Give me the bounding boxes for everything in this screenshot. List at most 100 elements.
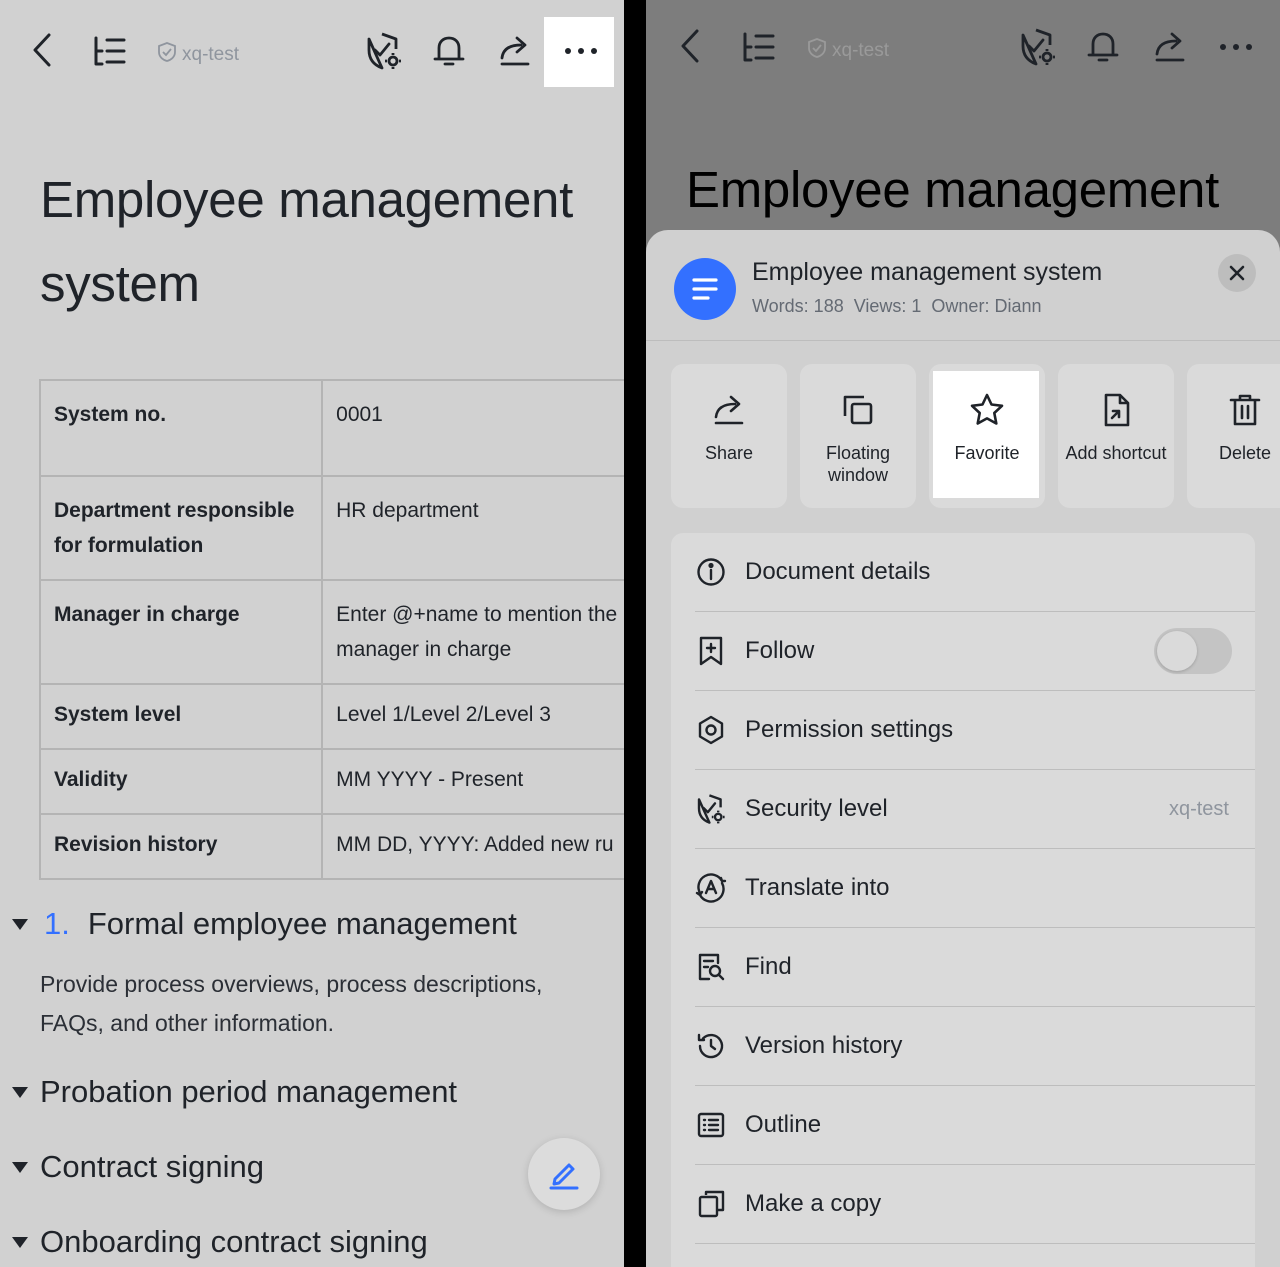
split-divider <box>624 0 646 1267</box>
owner: Owner: Diann <box>931 296 1042 316</box>
security-tag[interactable]: xq-test <box>158 42 239 68</box>
menu-item-permission-settings[interactable]: Permission settings <box>695 691 1255 770</box>
page-title: Employee management system <box>40 171 573 312</box>
collapse-caret-icon[interactable] <box>12 1086 28 1098</box>
section-heading-formal[interactable]: 1. Formal employee management <box>12 906 517 942</box>
security-settings-icon[interactable] <box>1018 26 1058 68</box>
outline-icon[interactable] <box>90 32 128 70</box>
translate-icon <box>695 872 727 904</box>
bell-icon[interactable] <box>1084 28 1122 66</box>
shortcut-icon <box>1104 393 1130 427</box>
security-settings-icon[interactable] <box>364 30 404 72</box>
security-tag-label: xq-test <box>182 44 240 65</box>
document-view: xq-test Employee management system Syste… <box>0 0 624 1267</box>
more-icon[interactable] <box>1216 28 1256 66</box>
back-icon[interactable] <box>674 26 706 66</box>
back-icon[interactable] <box>26 30 58 70</box>
view-count: Views: 1 <box>853 296 922 316</box>
close-icon <box>1229 265 1245 281</box>
security-tag[interactable]: xq-test <box>808 38 889 64</box>
add-shortcut-button[interactable]: Add shortcut <box>1058 364 1174 508</box>
table-row: System no. 0001 <box>38 379 624 477</box>
outline-icon[interactable] <box>739 28 777 66</box>
menu-label: Document details <box>745 558 931 585</box>
table-value[interactable]: Level 1/Level 2/Level 3 <box>321 683 624 750</box>
table-row: Validity MM YYYY - Present <box>38 748 624 815</box>
security-settings-icon <box>695 793 727 825</box>
table-key: Manager in charge <box>38 579 324 685</box>
delete-button[interactable]: Delete <box>1187 364 1280 508</box>
table-value[interactable]: MM YYYY - Present <box>321 748 624 815</box>
menu-item-outline[interactable]: Outline <box>695 1086 1255 1165</box>
follow-toggle[interactable] <box>1154 628 1232 674</box>
more-menu-view: xq-test Employee management Employee man… <box>646 0 1280 1267</box>
collapse-caret-icon[interactable] <box>12 918 28 930</box>
menu-item-document-details[interactable]: Document details <box>695 533 1255 612</box>
table-key: System level <box>38 683 324 750</box>
edit-button[interactable] <box>528 1138 600 1210</box>
info-icon <box>695 556 727 588</box>
section-title: Contract signing <box>40 1149 265 1184</box>
share-button[interactable]: Share <box>671 364 787 508</box>
copy-icon <box>695 1188 727 1220</box>
action-label: Floating window <box>825 443 891 485</box>
section-number: 1. <box>44 906 70 941</box>
table-value[interactable]: Enter @+name to mention the manager in c… <box>321 579 624 685</box>
close-button[interactable] <box>1218 254 1256 292</box>
bell-icon[interactable] <box>430 32 468 70</box>
table-value[interactable]: 0001 <box>321 379 624 477</box>
menu-item-version-history[interactable]: Version history <box>695 1007 1255 1086</box>
more-icon <box>565 48 597 54</box>
gear-icon <box>695 714 727 746</box>
table-key: Validity <box>38 748 324 815</box>
menu-item-security-level[interactable]: Security level xq-test <box>695 770 1255 849</box>
shield-icon <box>158 42 176 68</box>
more-button[interactable] <box>544 17 614 87</box>
quick-actions: Share Floating window Favorite Add short… <box>671 364 1280 508</box>
history-icon <box>695 1030 727 1062</box>
share-icon[interactable] <box>1151 28 1189 66</box>
menu-item-make-copy[interactable]: Make a copy <box>695 1165 1255 1244</box>
sheet-meta: Words: 188 Views: 1 Owner: Diann <box>752 296 1041 317</box>
shield-icon <box>808 38 826 64</box>
word-count: Words: 188 <box>752 296 844 316</box>
floating-window-button[interactable]: Floating window <box>800 364 916 508</box>
document-icon <box>674 258 736 320</box>
menu-item-translate[interactable]: Translate into <box>695 849 1255 928</box>
collapse-caret-icon[interactable] <box>12 1161 28 1173</box>
section-heading-contract[interactable]: Contract signing <box>12 1149 264 1185</box>
section-title: Probation period management <box>40 1074 458 1109</box>
share-icon[interactable] <box>496 32 534 70</box>
table-value[interactable]: HR department <box>321 475 624 581</box>
table-key: Department responsible for formulation <box>38 475 324 581</box>
menu-label: Find <box>745 953 792 980</box>
section-heading-probation[interactable]: Probation period management <box>12 1074 457 1110</box>
more-menu-sheet: Employee management system Words: 188 Vi… <box>646 230 1280 1267</box>
section-paragraph: Provide process overviews, process descr… <box>40 971 543 1036</box>
table-key: Revision history <box>38 813 324 880</box>
collapse-caret-icon[interactable] <box>12 1236 28 1248</box>
table-row: System level Level 1/Level 2/Level 3 <box>38 683 624 750</box>
trash-icon <box>1229 394 1261 426</box>
table-row: Revision history MM DD, YYYY: Added new … <box>38 813 624 880</box>
toggle-knob <box>1157 631 1197 671</box>
security-tag-label: xq-test <box>832 40 890 61</box>
table-value[interactable]: MM DD, YYYY: Added new ru <box>321 813 624 880</box>
section-heading-onboarding[interactable]: Onboarding contract signing <box>12 1224 428 1260</box>
menu-label: Permission settings <box>745 716 954 743</box>
favorite-button[interactable]: Favorite <box>929 364 1045 508</box>
section-title: Onboarding contract signing <box>40 1224 428 1259</box>
star-icon <box>970 393 1004 425</box>
security-level-value: xq-test <box>1168 797 1229 820</box>
menu-item-find[interactable]: Find <box>695 928 1255 1007</box>
floating-window-icon <box>843 395 873 425</box>
outline-list-icon <box>695 1109 727 1141</box>
menu-item-follow[interactable]: Follow <box>695 612 1255 691</box>
info-table: System no. 0001 Department responsible f… <box>38 379 624 880</box>
menu-label: Follow <box>745 637 815 664</box>
section-title: Formal employee management <box>87 906 517 941</box>
menu-label: Security level <box>745 795 888 822</box>
menu-label: Outline <box>745 1111 822 1138</box>
table-key: System no. <box>38 379 324 477</box>
find-icon <box>695 951 727 983</box>
